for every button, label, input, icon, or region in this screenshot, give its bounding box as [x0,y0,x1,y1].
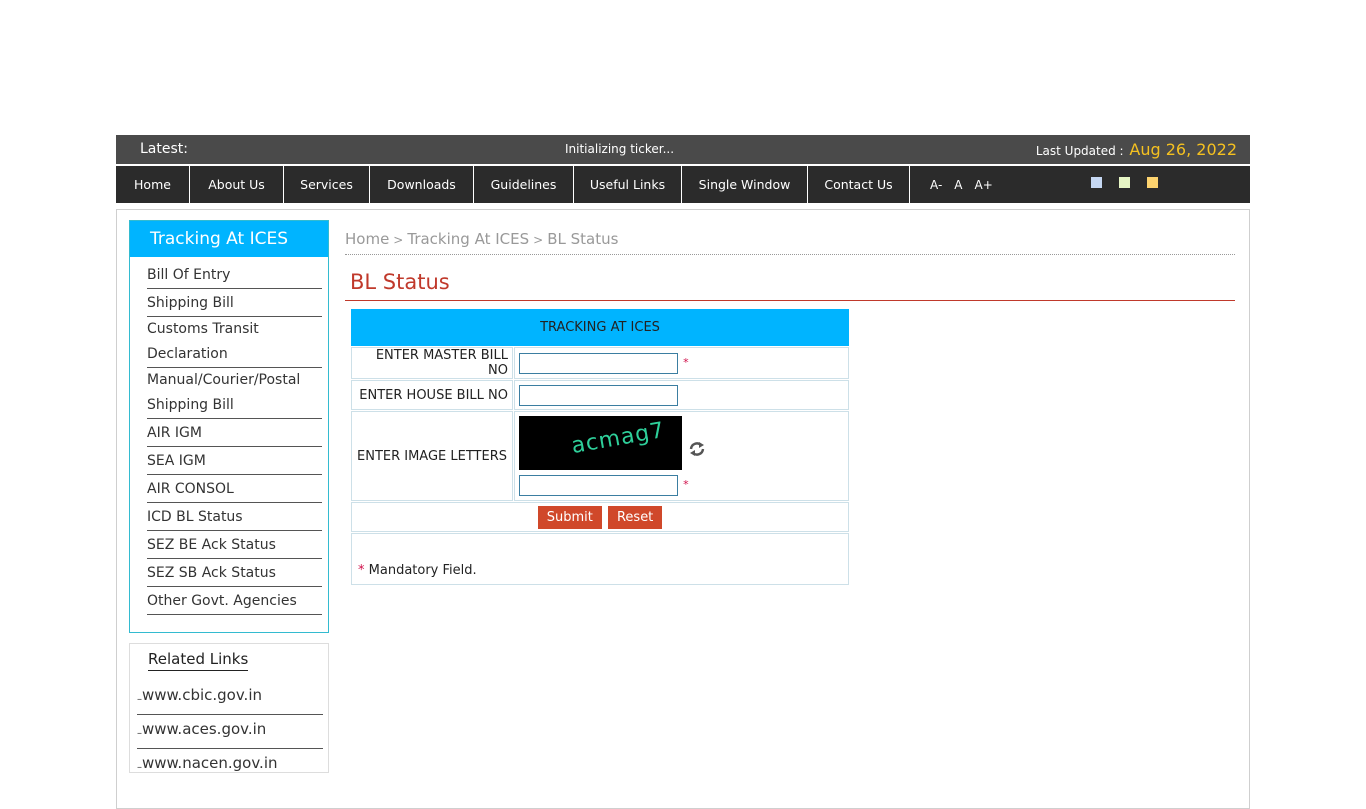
ticker-latest-label: Latest: [140,141,188,157]
sidebar-title: Tracking At ICES [130,221,328,257]
nav-contact-us[interactable]: Contact Us [808,166,910,203]
master-bill-label: ENTER MASTER BILL NO [351,347,513,379]
font-reset-button[interactable]: A [954,178,962,192]
breadcrumb-tracking[interactable]: Tracking At ICES [407,230,529,248]
theme-green-button[interactable] [1119,177,1130,188]
related-links-list: –www.cbic.gov.in –www.aces.gov.in –www.n… [137,681,323,782]
required-marker: * [358,563,365,578]
house-bill-input[interactable] [519,384,678,406]
sidebar-item-shipping-bill[interactable]: Shipping Bill [147,289,322,317]
theme-switcher [1091,177,1158,188]
master-bill-input[interactable] [519,352,678,374]
sidebar-item-air-consol[interactable]: AIR CONSOL [147,475,322,503]
captcha-input[interactable] [519,474,678,496]
sidebar-item-sez-be-ack[interactable]: SEZ BE Ack Status [147,531,322,559]
house-bill-label: ENTER HOUSE BILL NO [351,380,513,410]
captcha-row: acmag7 [519,414,848,470]
sidebar-list: Bill Of Entry Shipping Bill Customs Tran… [130,257,328,615]
related-link-aces[interactable]: –www.aces.gov.in [137,715,323,749]
last-updated: Last Updated : Aug 26, 2022 [1036,140,1237,159]
related-link-label: www.nacen.gov.in [142,754,278,772]
required-marker: * [683,355,689,369]
reset-button[interactable]: Reset [607,505,663,529]
font-decrease-button[interactable]: A- [930,178,942,192]
last-updated-label: Last Updated : [1035,144,1124,158]
theme-blue-button[interactable] [1091,177,1102,188]
sidebar-item-other-govt-agencies[interactable]: Other Govt. Agencies [147,587,322,615]
main-nav: Home About Us Services Downloads Guideli… [116,165,1250,203]
breadcrumb-separator: > [533,233,544,247]
refresh-captcha-icon[interactable] [688,441,706,462]
sidebar-tracking: Tracking At ICES Bill Of Entry Shipping … [129,220,329,633]
related-links-title: Related Links [148,650,249,671]
sidebar-item-manual-courier-postal[interactable]: Manual/Courier/Postal Shipping Bill [147,368,322,419]
form-header: TRACKING AT ICES [351,309,849,346]
captcha-cell: acmag7 * [514,411,849,501]
bl-status-form: TRACKING AT ICES ENTER MASTER BILL NO * … [350,308,850,586]
related-links-box: Related Links –www.cbic.gov.in –www.aces… [129,643,329,773]
related-link-nacen[interactable]: –www.nacen.gov.in [137,749,323,782]
sidebar-item-bill-of-entry[interactable]: Bill Of Entry [147,261,322,289]
house-bill-cell [514,380,849,410]
nav-useful-links[interactable]: Useful Links [574,166,682,203]
sidebar-item-sez-sb-ack[interactable]: SEZ SB Ack Status [147,559,322,587]
related-link-cbic[interactable]: –www.cbic.gov.in [137,681,323,715]
captcha-text: acmag7 [569,417,667,459]
last-updated-date: Aug 26, 2022 [1129,140,1237,159]
font-increase-button[interactable]: A+ [975,178,993,192]
nav-downloads[interactable]: Downloads [370,166,474,203]
breadcrumb: Home > Tracking At ICES > BL Status [345,230,1235,255]
ticker-bar: Latest: Initializing ticker... Last Upda… [116,135,1250,164]
related-link-label: www.cbic.gov.in [142,686,262,704]
image-letters-label: ENTER IMAGE LETTERS [351,411,513,501]
page-title: BL Status [345,270,1235,301]
master-bill-cell: * [514,347,849,379]
mandatory-note-cell: * Mandatory Field. [351,533,849,585]
nav-home[interactable]: Home [116,166,190,203]
sidebar-item-air-igm[interactable]: AIR IGM [147,419,322,447]
breadcrumb-separator: > [393,233,404,247]
button-row: Submit Reset [351,502,849,532]
mandatory-note: Mandatory Field. [368,563,477,578]
theme-orange-button[interactable] [1147,177,1158,188]
ticker-text: Initializing ticker... [565,142,675,156]
nav-guidelines[interactable]: Guidelines [474,166,574,203]
nav-about-us[interactable]: About Us [190,166,284,203]
captcha-image: acmag7 [519,415,682,470]
nav-single-window[interactable]: Single Window [682,166,808,203]
breadcrumb-home[interactable]: Home [345,230,389,248]
submit-button[interactable]: Submit [537,505,602,529]
related-link-label: www.aces.gov.in [142,720,267,738]
sidebar-item-icd-bl-status[interactable]: ICD BL Status [147,503,322,531]
breadcrumb-current: BL Status [547,230,619,248]
nav-services[interactable]: Services [284,166,370,203]
font-size-controls: A- A A+ [910,166,993,203]
sidebar-item-sea-igm[interactable]: SEA IGM [147,447,322,475]
sidebar-item-customs-transit-declaration[interactable]: Customs Transit Declaration [147,317,322,368]
required-marker: * [683,477,689,491]
